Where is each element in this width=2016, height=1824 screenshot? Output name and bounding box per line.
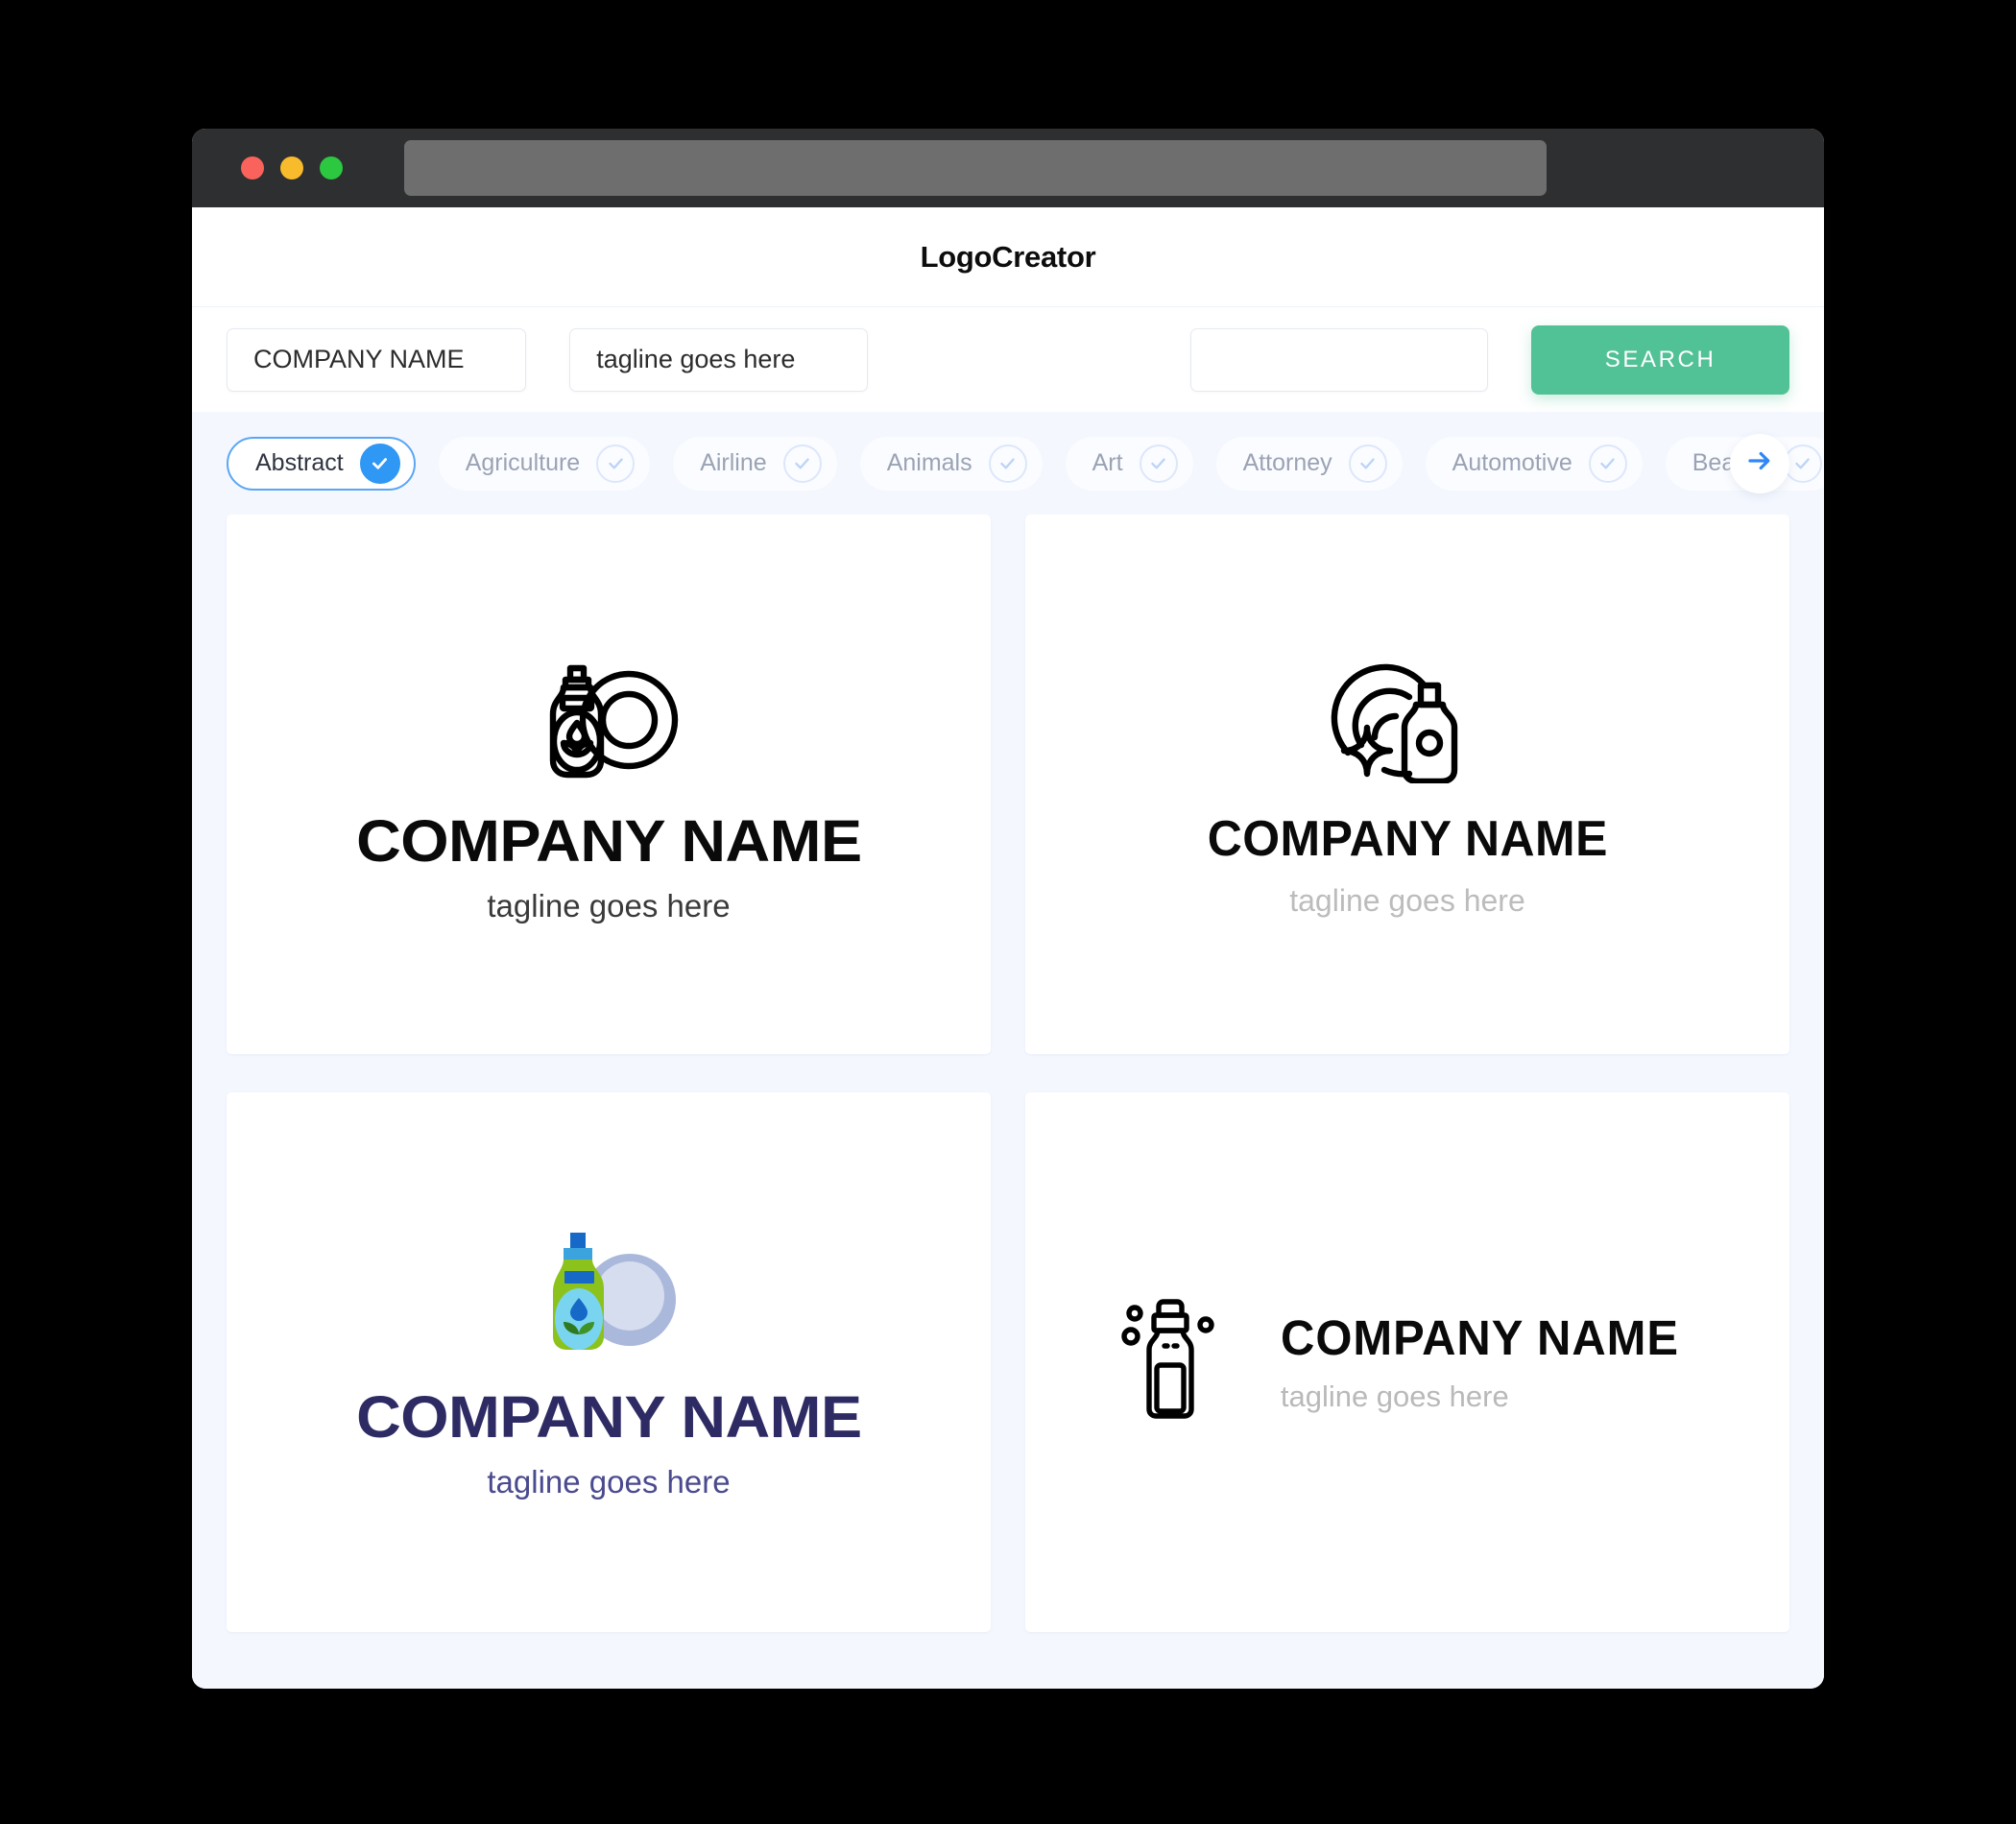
detergent-bottle-and-plate-color-icon (524, 1227, 693, 1357)
category-chip-label: Automotive (1452, 449, 1572, 476)
page-root: LogoCreator COMPANY NAME tagline goes he… (0, 0, 2016, 1824)
next-categories-button[interactable] (1730, 433, 1789, 493)
browser-titlebar (192, 129, 1824, 207)
app-header: LogoCreator (192, 207, 1824, 306)
logo-card[interactable]: COMPANY NAME tagline goes here (227, 1092, 991, 1632)
category-chip-label: Abstract (255, 449, 344, 476)
category-chip-label: Airline (700, 449, 767, 476)
maximize-window-button[interactable] (320, 156, 343, 180)
check-icon (1348, 444, 1387, 483)
detergent-bottle-and-plate-outline-icon (523, 647, 694, 781)
sparkle-plate-and-bottle-outline-icon (1325, 653, 1490, 783)
logo-company-name: COMPANY NAME (355, 808, 862, 874)
category-chip-attorney[interactable]: Attorney (1215, 436, 1403, 491)
results-area: COMPANY NAME tagline goes here COMPANY N… (192, 515, 1824, 1689)
check-icon (1139, 444, 1178, 483)
logo-company-name: COMPANY NAME (1207, 811, 1608, 867)
logo-text-block: COMPANY NAME tagline goes here (1281, 1313, 1695, 1411)
minimize-window-button[interactable] (280, 156, 303, 180)
category-chip-abstract[interactable]: Abstract (227, 436, 416, 491)
check-icon (782, 444, 822, 483)
logo-card[interactable]: COMPANY NAME tagline goes here (227, 515, 991, 1054)
logo-results-grid: COMPANY NAME tagline goes here COMPANY N… (227, 515, 1789, 1632)
logo-tagline: tagline goes here (1289, 883, 1525, 918)
browser-window: LogoCreator COMPANY NAME tagline goes he… (192, 129, 1824, 1689)
logo-tagline: tagline goes here (487, 1464, 731, 1500)
logo-tagline: tagline goes here (1280, 1380, 1509, 1413)
category-chip-label: Attorney (1242, 449, 1332, 476)
arrow-right-icon (1745, 446, 1774, 480)
logo-card[interactable]: COMPANY NAME tagline goes here (1025, 1092, 1789, 1632)
category-chip-agriculture[interactable]: Agriculture (438, 436, 651, 491)
category-chip-art[interactable]: Art (1065, 436, 1193, 491)
category-chip-label: Animals (886, 449, 972, 476)
category-chip-airline[interactable]: Airline (673, 436, 837, 491)
logo-card[interactable]: COMPANY NAME tagline goes here (1025, 515, 1789, 1054)
category-chip-automotive[interactable]: Automotive (1425, 436, 1643, 491)
check-icon (596, 444, 636, 483)
tagline-input[interactable]: tagline goes here (569, 327, 868, 392)
check-icon (359, 443, 400, 484)
bottle-with-bubbles-outline-icon (1119, 1294, 1227, 1430)
logo-company-name: COMPANY NAME (1280, 1310, 1679, 1365)
close-window-button[interactable] (241, 156, 264, 180)
check-icon (1588, 444, 1627, 483)
keyword-input[interactable] (1189, 327, 1489, 392)
check-icon (988, 444, 1027, 483)
category-filter-bar: Abstract Agriculture Airline Animals Art Atto… (192, 412, 1824, 515)
category-chip-label: Agriculture (465, 449, 581, 476)
logo-tagline: tagline goes here (487, 888, 731, 924)
traffic-lights (241, 156, 343, 180)
company-name-input[interactable]: COMPANY NAME (227, 327, 527, 392)
logo-company-name: COMPANY NAME (355, 1384, 862, 1450)
search-toolbar: COMPANY NAME tagline goes here SEARCH (192, 306, 1824, 412)
page-title: LogoCreator (920, 239, 1096, 274)
category-chip-animals[interactable]: Animals (859, 436, 1043, 491)
search-button[interactable]: SEARCH (1531, 324, 1789, 395)
category-chip-label: Art (1092, 449, 1123, 476)
address-bar[interactable] (404, 140, 1547, 196)
